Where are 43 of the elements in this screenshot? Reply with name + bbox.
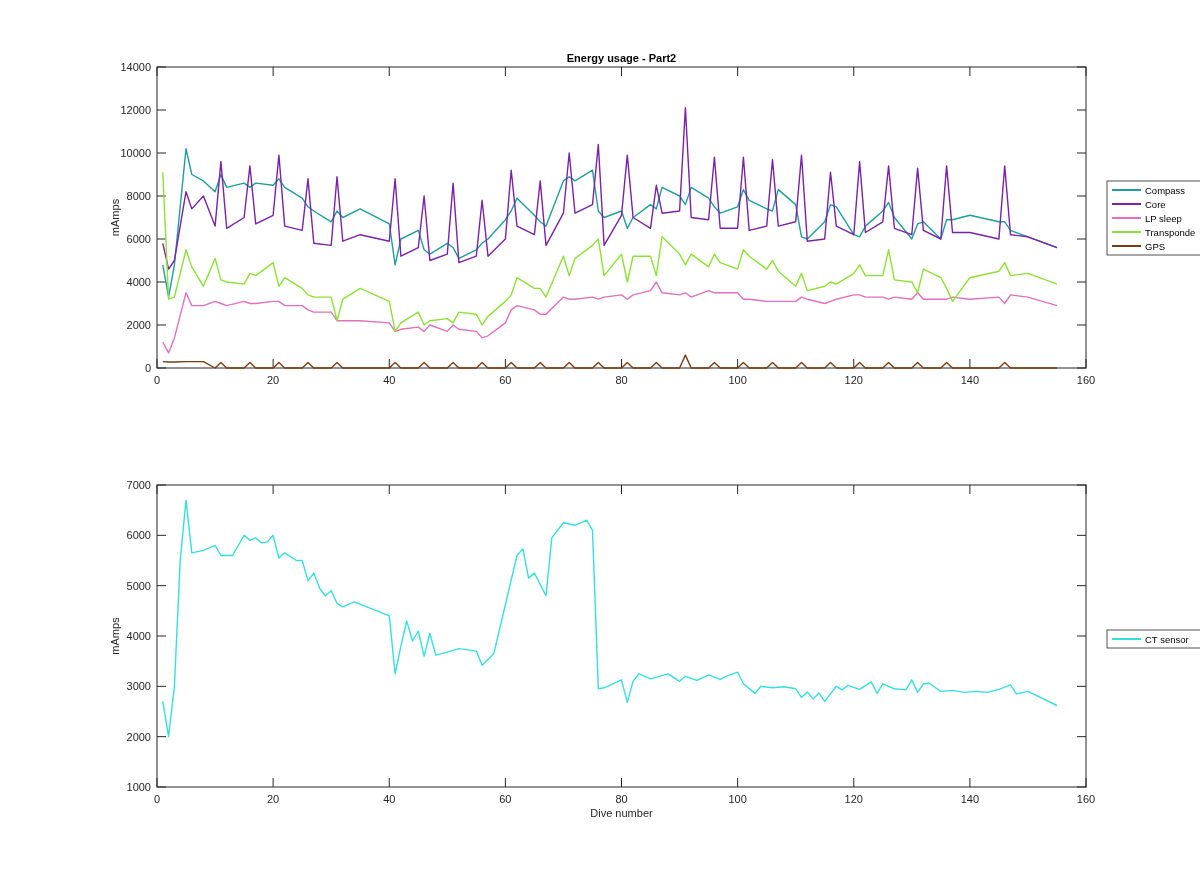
axis-tick-label: 14000 [120,61,151,73]
axis-tick-label: 160 [1076,374,1096,386]
axis-title: Dive number [590,807,653,819]
legend-label: CT sensor [1145,633,1189,645]
axis-tick-label: 12000 [120,104,151,116]
axis-title: mAmps [109,198,121,237]
axis-tick-label: 40 [383,793,396,805]
axis-tick-label: 6000 [126,529,151,542]
axis-tick-label: 60 [499,374,512,386]
axis-tick-label: 0 [153,793,161,805]
legend-label: Core [1145,198,1166,210]
axis-tick-label: 7000 [126,479,151,491]
legend-label: Transponde [1145,226,1196,238]
axis-tick-label: 4000 [126,276,151,288]
axis-tick-label: 6000 [126,233,151,245]
axis-tick-label: 0 [153,374,161,386]
chart-title: Energy usage - Part2 [566,52,677,64]
axis-tick-label: 10000 [120,147,151,159]
axis-tick-label: 160 [1076,793,1096,805]
axis-tick-label: 140 [960,793,980,805]
axis-tick-label: 1000 [126,781,151,793]
legend-label: GPS [1145,240,1166,252]
legend-label: Compass [1145,184,1186,196]
axis-tick-label: 2000 [126,319,151,331]
axis-tick-label: 20 [267,374,280,386]
axis-tick-label: 2000 [126,730,151,743]
axis-tick-label: 120 [844,374,863,386]
axis-tick-label: 0 [144,362,151,374]
axis-tick-label: 120 [844,793,863,805]
axis-tick-label: 40 [383,374,396,386]
axis-tick-label: 4000 [126,630,151,642]
legend-label: LP sleep [1145,212,1182,224]
axis-tick-label: 3000 [126,680,151,693]
axis-tick-label: 60 [499,793,512,805]
axis-tick-label: 140 [960,374,980,386]
axis-tick-label: 100 [728,374,747,386]
axis-tick-label: 100 [728,793,747,805]
axis-tick-label: 80 [615,793,628,805]
axis-title: mAmps [109,617,121,655]
axis-tick-label: 8000 [126,190,151,202]
axis-tick-label: 5000 [126,579,151,592]
axis-tick-label: 20 [267,793,280,805]
axis-tick-label: 80 [615,374,628,386]
